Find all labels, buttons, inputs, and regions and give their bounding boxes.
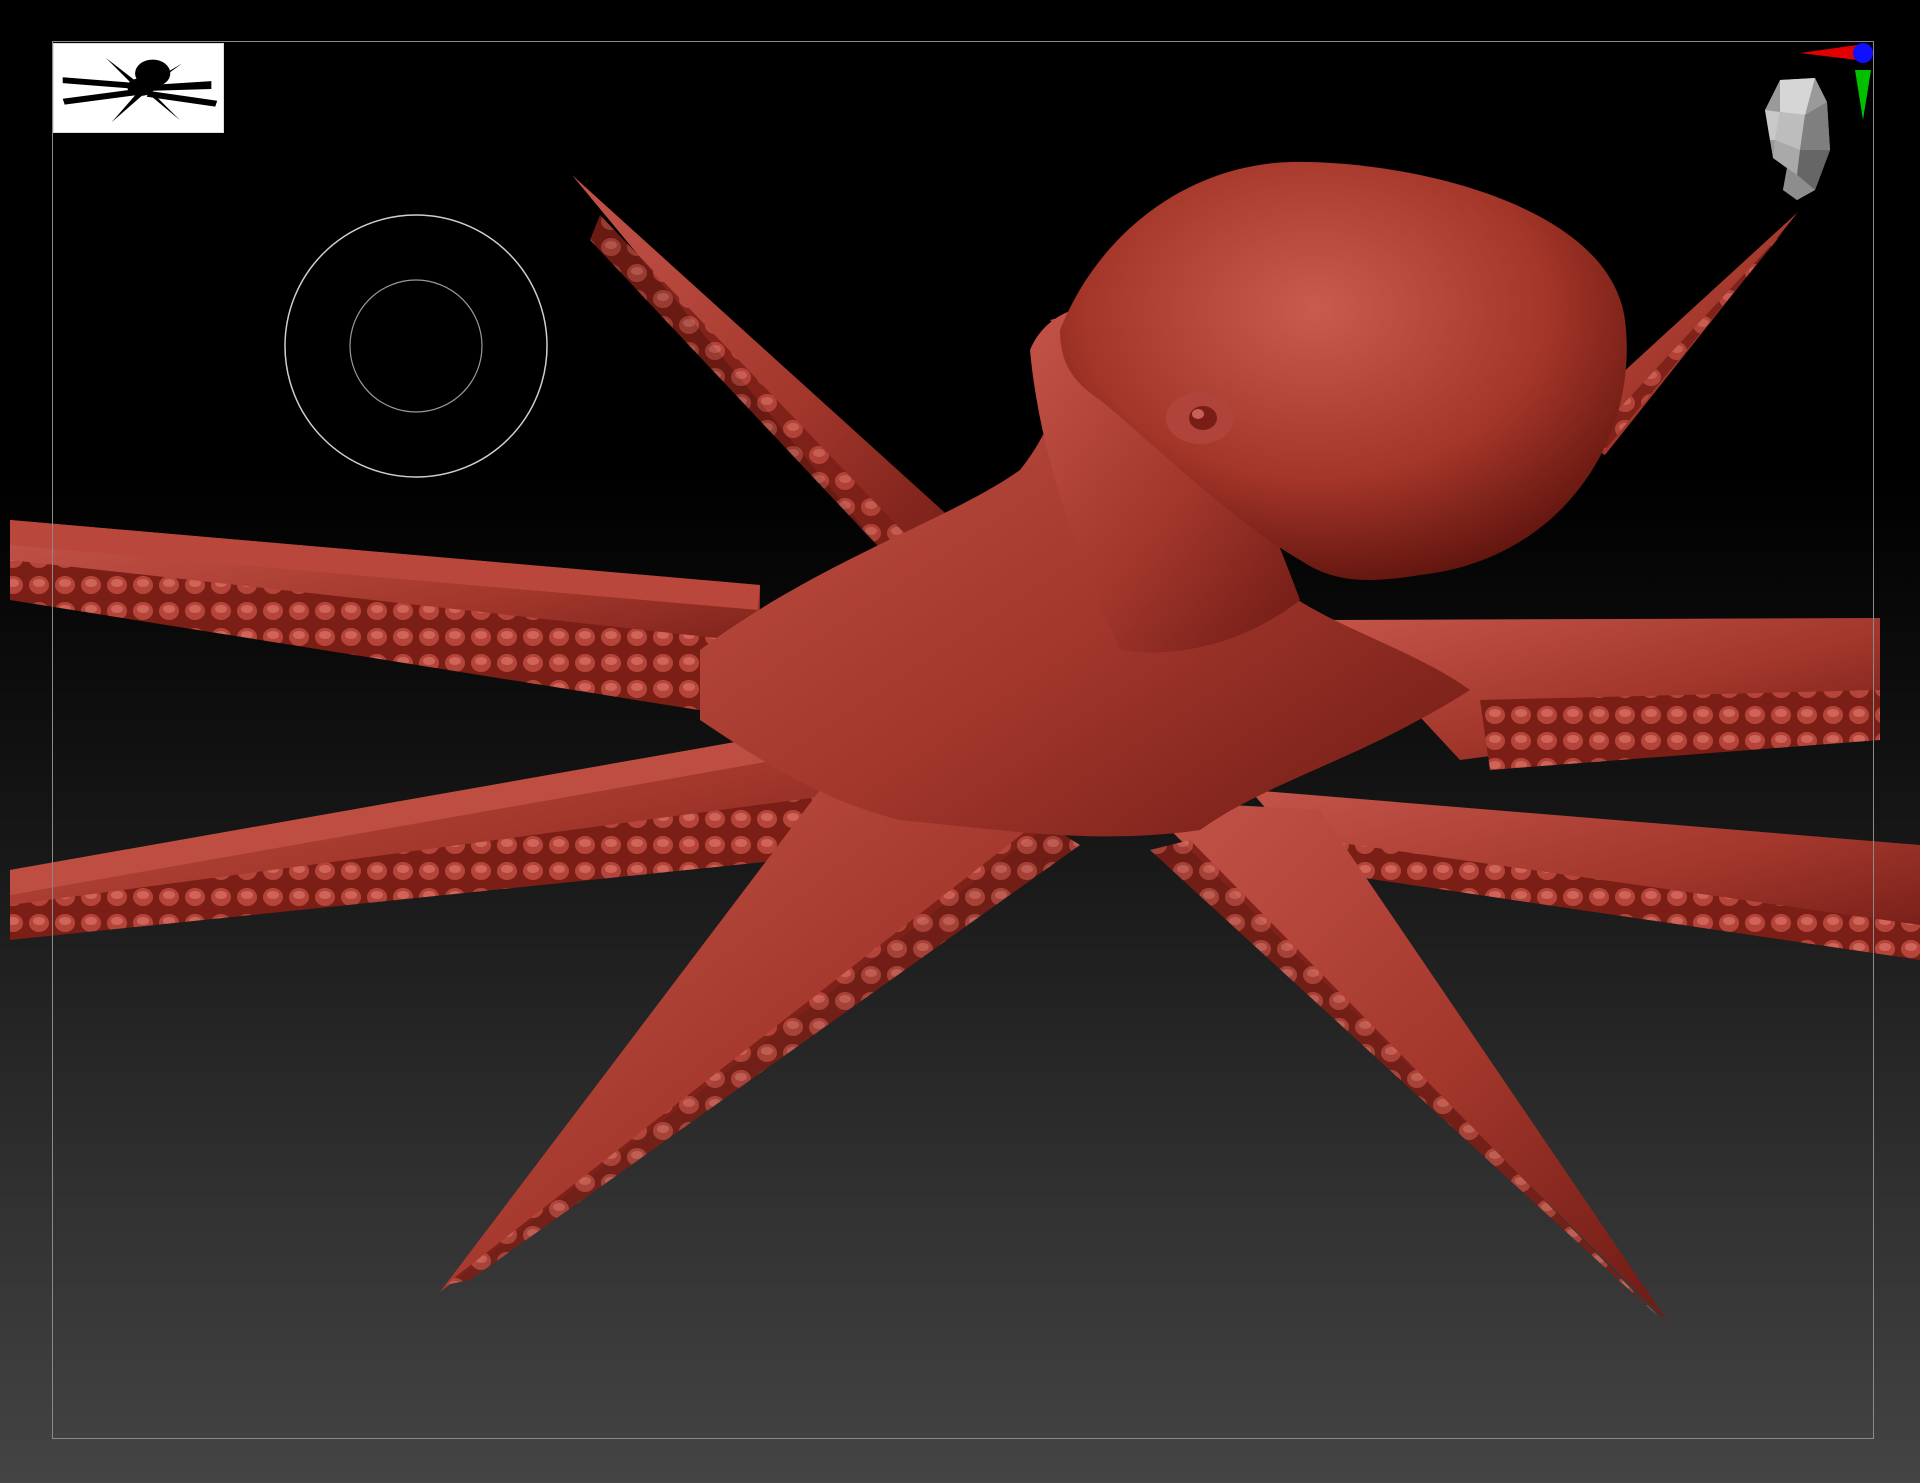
axis-z-icon [1853, 43, 1873, 63]
brush-cursor-icon [284, 214, 548, 478]
zbrush-canvas[interactable] [0, 0, 1920, 1483]
head-gizmo-icon [1765, 78, 1830, 200]
model-thumbnail[interactable] [53, 43, 224, 133]
navigation-gizmo[interactable] [1735, 40, 1885, 210]
octopus-silhouette-icon [54, 44, 223, 132]
axis-x-icon [1800, 45, 1857, 60]
axis-y-icon [1855, 70, 1871, 120]
